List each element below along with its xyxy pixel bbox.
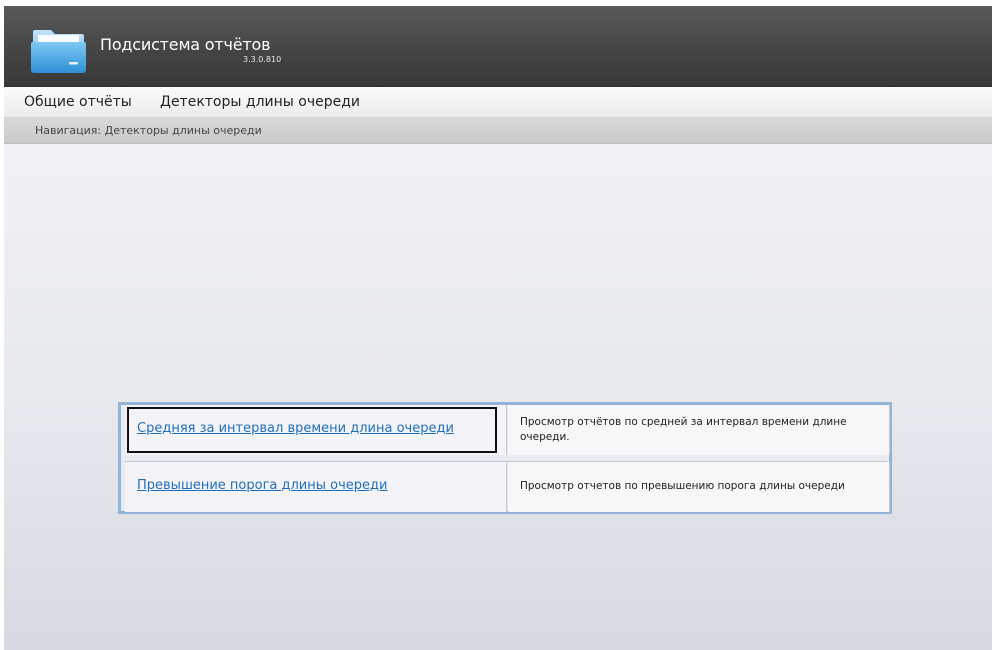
main-menu: Общие отчёты Детекторы длины очереди xyxy=(4,87,992,118)
breadcrumb-text: Навигация: Детекторы длины очереди xyxy=(35,124,262,137)
report-link-cell: Превышение порога длины очереди xyxy=(125,462,507,512)
menu-item-queue-detectors[interactable]: Детекторы длины очереди xyxy=(160,94,360,110)
report-link-average-queue[interactable]: Средняя за интервал времени длина очеред… xyxy=(137,421,454,436)
report-link-cell: Средняя за интервал времени длина очеред… xyxy=(125,405,507,455)
report-link-queue-threshold[interactable]: Превышение порога длины очереди xyxy=(137,478,387,493)
menu-item-general-reports[interactable]: Общие отчёты xyxy=(24,94,132,110)
folder-icon xyxy=(31,30,86,73)
report-description-cell: Просмотр отчетов по превышению порога дл… xyxy=(508,462,890,512)
report-description-cell: Просмотр отчётов по средней за интервал … xyxy=(508,405,890,455)
breadcrumb: Навигация: Детекторы длины очереди xyxy=(4,118,992,144)
reports-table: Средняя за интервал времени длина очеред… xyxy=(118,402,892,514)
main-content: Средняя за интервал времени длина очеред… xyxy=(4,144,992,650)
report-description: Просмотр отчётов по средней за интервал … xyxy=(520,416,847,443)
app-header: Подсистема отчётов 3.3.0.810 xyxy=(4,6,992,87)
app-title: Подсистема отчётов xyxy=(100,35,271,54)
report-row: Средняя за интервал времени длина очеред… xyxy=(125,405,890,455)
report-row: Превышение порога длины очереди Просмотр… xyxy=(125,462,890,512)
app-version: 3.3.0.810 xyxy=(243,55,282,64)
app-window: Подсистема отчётов 3.3.0.810 Общие отчёт… xyxy=(4,6,992,650)
report-description: Просмотр отчетов по превышению порога дл… xyxy=(520,480,845,492)
